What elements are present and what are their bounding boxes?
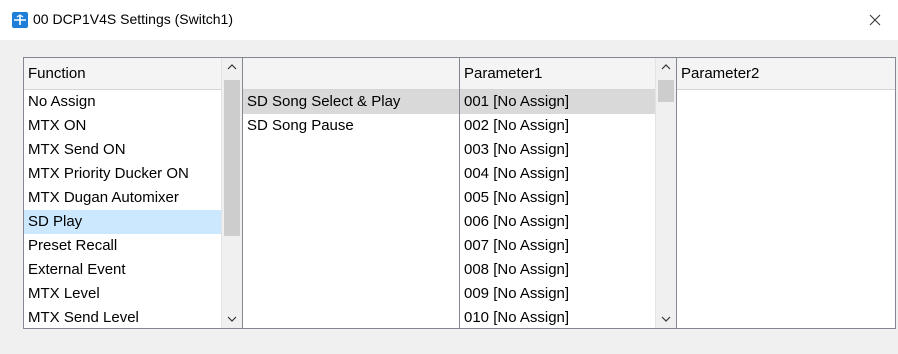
sub-function-panel: SD Song Select & Play SD Song Pause [242,57,460,329]
chevron-up-icon [661,64,671,70]
function-scroll-down-button[interactable] [222,310,242,328]
parameter1-list: 001 [No Assign] 002 [No Assign] 003 [No … [460,90,655,328]
function-header-label: Function [28,65,86,82]
function-item-sd-play[interactable]: SD Play [24,210,221,234]
function-item-preset-recall[interactable]: Preset Recall [24,234,221,258]
function-item-external-event[interactable]: External Event [24,258,221,282]
function-scroll-up-button[interactable] [222,58,242,76]
chevron-down-icon [227,316,237,322]
function-item-no-assign[interactable]: No Assign [24,90,221,114]
title-bar: 00 DCP1V4S Settings (Switch1) [0,0,898,40]
parameter1-scrollbar[interactable] [655,58,676,328]
function-scrollbar[interactable] [221,58,242,328]
parameter1-item-006[interactable]: 006 [No Assign] [460,210,655,234]
parameter1-item-010[interactable]: 010 [No Assign] [460,306,655,328]
parameter1-header-label: Parameter1 [464,65,543,82]
parameter1-scroll-down-button[interactable] [656,310,676,328]
parameter1-item-005[interactable]: 005 [No Assign] [460,186,655,210]
parameter1-panel: Parameter1 001 [No Assign] 002 [No Assig… [459,57,677,329]
app-icon [12,12,28,28]
parameter1-item-004[interactable]: 004 [No Assign] [460,162,655,186]
function-scroll-thumb[interactable] [224,80,240,236]
window-title: 00 DCP1V4S Settings (Switch1) [33,11,233,27]
function-item-mtx-send-level[interactable]: MTX Send Level [24,306,221,328]
parameter1-item-001[interactable]: 001 [No Assign] [460,90,655,114]
parameter1-item-002[interactable]: 002 [No Assign] [460,114,655,138]
parameter1-scroll-thumb[interactable] [658,80,674,102]
parameter2-header-label: Parameter2 [681,65,760,82]
function-column-header[interactable]: Function [24,58,221,90]
close-icon [869,14,881,26]
parameter1-scroll-up-button[interactable] [656,58,676,76]
parameter2-column-header[interactable]: Parameter2 [677,58,895,90]
parameter2-panel: Parameter2 [676,57,896,329]
function-item-mtx-level[interactable]: MTX Level [24,282,221,306]
function-item-mtx-on[interactable]: MTX ON [24,114,221,138]
function-panel: Function No Assign MTX ON MTX Send ON MT… [23,57,243,329]
sub-function-column-header[interactable] [243,58,459,90]
close-button[interactable] [852,0,898,40]
chevron-up-icon [227,64,237,70]
chevron-down-icon [661,316,671,322]
parameter1-item-009[interactable]: 009 [No Assign] [460,282,655,306]
parameter1-item-007[interactable]: 007 [No Assign] [460,234,655,258]
function-item-mtx-dugan-automixer[interactable]: MTX Dugan Automixer [24,186,221,210]
parameter1-column-header[interactable]: Parameter1 [460,58,655,90]
parameter1-item-008[interactable]: 008 [No Assign] [460,258,655,282]
sub-function-list: SD Song Select & Play SD Song Pause [243,90,459,138]
function-item-mtx-send-on[interactable]: MTX Send ON [24,138,221,162]
sub-function-item-sd-song-select-play[interactable]: SD Song Select & Play [243,90,459,114]
function-list: No Assign MTX ON MTX Send ON MTX Priorit… [24,90,221,328]
sub-function-item-sd-song-pause[interactable]: SD Song Pause [243,114,459,138]
parameter1-item-003[interactable]: 003 [No Assign] [460,138,655,162]
function-item-mtx-priority-ducker-on[interactable]: MTX Priority Ducker ON [24,162,221,186]
